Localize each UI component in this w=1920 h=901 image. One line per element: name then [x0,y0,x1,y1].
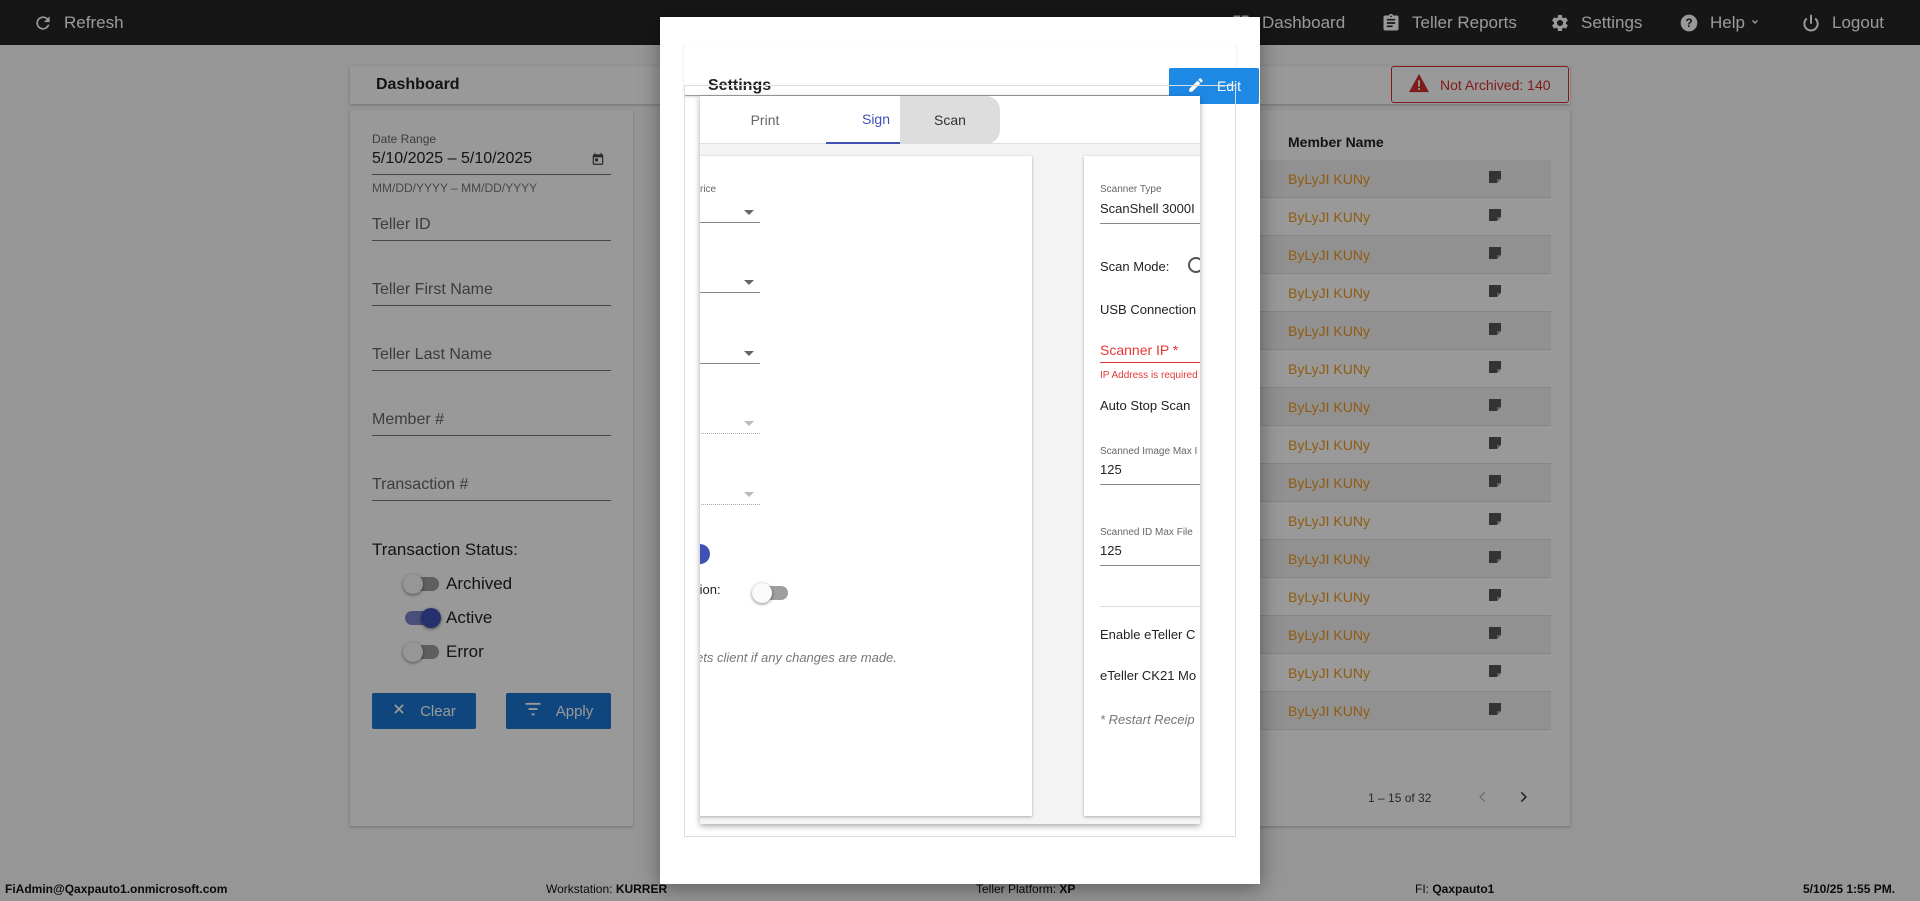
restart-note: ets client if any changes are made. [700,650,897,665]
id-max-input[interactable]: 125 [1100,543,1122,558]
scanner-type-label: Scanner Type [1100,184,1162,195]
select-field-5[interactable] [700,504,760,505]
sign-settings-panel: rice tion: ets client if any changes are… [700,156,1032,816]
tab-scan[interactable]: Scan [900,96,1000,144]
dropdown-arrow-icon [744,280,754,285]
divider [1100,606,1200,607]
scan-mode-radio[interactable] [1188,257,1200,273]
location-label: tion: [700,582,721,597]
toggle-knob-on[interactable] [700,544,710,564]
dropdown-arrow-icon [744,351,754,356]
device-select[interactable] [700,222,760,223]
settings-tabs-panel: Print Sign Scan rice tion: ets client if… [700,96,1200,824]
image-max-underline [1100,484,1200,485]
usb-connection-option[interactable]: USB Connection [1100,302,1196,317]
dropdown-arrow-icon [744,492,754,497]
device-label: rice [700,184,717,195]
scan-settings-panel: Scanner Type ScanShell 3000I Scan Mode: … [1084,156,1200,816]
dropdown-arrow-icon [744,421,754,426]
scanner-ip-underline [1100,362,1200,363]
image-max-input[interactable]: 125 [1100,462,1122,477]
auto-stop-scan-label: Auto Stop Scan [1100,398,1191,413]
select-field-4[interactable] [700,433,760,434]
eteller-ck21-label: eTeller CK21 Mo [1100,668,1197,683]
location-toggle[interactable] [752,583,788,603]
dropdown-arrow-icon [744,210,754,215]
scan-mode-label: Scan Mode: [1100,259,1170,274]
settings-tabs: Print Sign Scan [700,96,1200,144]
select-field-3[interactable] [700,363,760,364]
scanner-type-underline [1100,223,1200,224]
tab-print[interactable]: Print [715,96,815,144]
id-max-underline [1100,565,1200,566]
restart-receipt-note: * Restart Receip [1100,712,1195,727]
scanner-type-select[interactable]: ScanShell 3000I [1100,201,1195,216]
scanner-ip-error: IP Address is required [1100,370,1198,381]
id-max-label: Scanned ID Max File [1100,527,1193,538]
scanner-ip-field[interactable]: Scanner IP * [1100,342,1178,358]
select-field-2[interactable] [700,292,760,293]
enable-eteller-label: Enable eTeller C [1100,627,1196,642]
image-max-label: Scanned Image Max I [1100,446,1198,457]
